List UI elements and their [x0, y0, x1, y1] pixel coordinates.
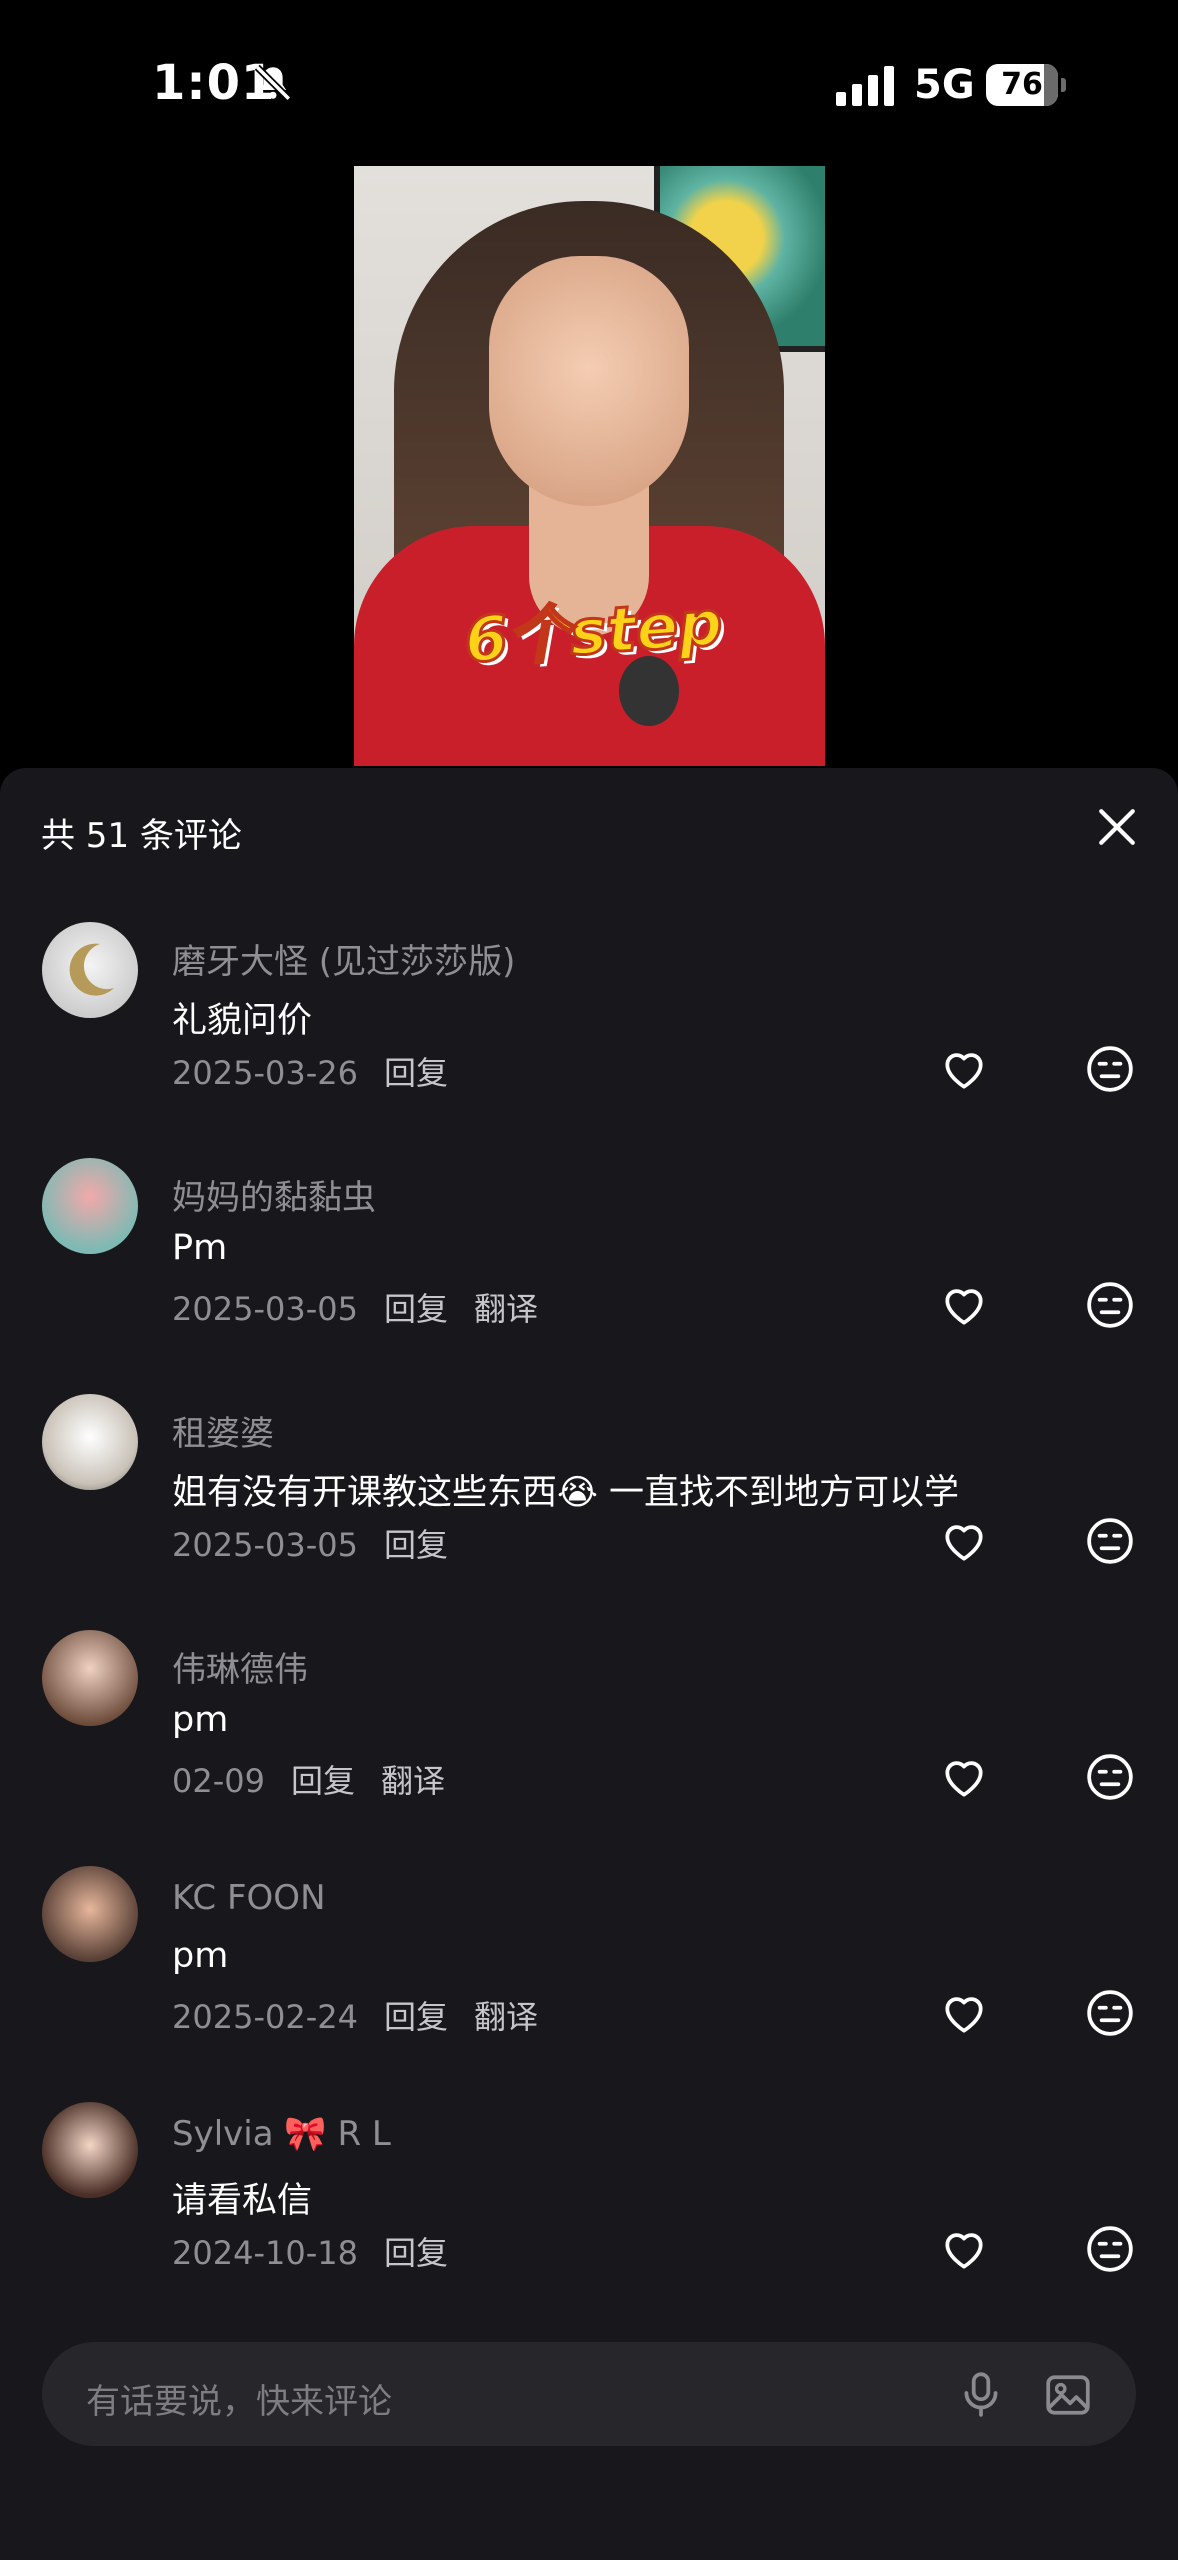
comment-text: Pm	[172, 1228, 228, 1268]
dislike-face-icon[interactable]	[1085, 2224, 1135, 2274]
comment-item: 妈妈的黏黏虫 Pm 2025-03-05 回复 翻译	[0, 1158, 1178, 1388]
reply-button[interactable]: 回复	[384, 1526, 448, 1564]
comment-date: 2025-03-26	[172, 1054, 358, 1092]
dislike-face-icon[interactable]	[1085, 1516, 1135, 1566]
comment-item: 伟琳德伟 pm 02-09 回复 翻译	[0, 1630, 1178, 1860]
reply-button[interactable]: 回复	[384, 1054, 448, 1092]
close-icon[interactable]	[1096, 806, 1138, 848]
comment-username[interactable]: KC FOON	[172, 1878, 326, 1918]
signal-icon	[836, 66, 894, 106]
reply-button[interactable]: 回复	[291, 1762, 355, 1800]
dislike-face-icon[interactable]	[1085, 1988, 1135, 2038]
comment-text: 请看私信	[172, 2181, 313, 2221]
reply-button[interactable]: 回复	[384, 2234, 448, 2272]
comment-meta: 2025-03-26 回复	[172, 1048, 474, 1094]
comment-item: 磨牙大怪 (见过莎莎版) 礼貌问价 2025-03-26 回复	[0, 922, 1178, 1152]
comments-sheet: 共 51 条评论 磨牙大怪 (见过莎莎版) 礼貌问价 2025-03-26 回复 …	[0, 768, 1178, 2560]
heart-icon[interactable]	[938, 2224, 990, 2274]
reply-button[interactable]: 回复	[384, 1290, 448, 1328]
avatar[interactable]	[42, 1866, 138, 1962]
comment-meta: 2025-03-05 回复	[172, 1520, 474, 1566]
heart-icon[interactable]	[938, 1280, 990, 1330]
comment-username[interactable]: Sylvia 🎀 R L	[172, 2114, 391, 2154]
image-icon[interactable]	[1042, 2370, 1094, 2420]
comment-meta: 2025-02-24 回复 翻译	[172, 1992, 564, 2038]
video-player[interactable]: 6个step	[354, 166, 825, 766]
dislike-face-icon[interactable]	[1085, 1752, 1135, 1802]
comment-item: KC FOON pm 2025-02-24 回复 翻译	[0, 1866, 1178, 2096]
comment-date: 2025-03-05	[172, 1526, 358, 1564]
comment-date: 02-09	[172, 1762, 265, 1800]
comment-username[interactable]: 租婆婆	[172, 1406, 274, 1455]
comment-date: 2024-10-18	[172, 2234, 358, 2272]
comment-meta: 2025-03-05 回复 翻译	[172, 1284, 564, 1330]
comment-input-bar[interactable]: 有话要说，快来评论	[42, 2342, 1136, 2446]
avatar[interactable]	[42, 922, 138, 1018]
avatar[interactable]	[42, 1394, 138, 1490]
comment-date: 2025-02-24	[172, 1998, 358, 2036]
silent-bell-icon	[254, 64, 292, 102]
comment-item: Sylvia 🎀 R L 请看私信 2024-10-18 回复	[0, 2102, 1178, 2332]
comment-text: 礼貌问价	[172, 1001, 313, 1041]
comment-text: pm	[172, 1700, 229, 1740]
translate-button[interactable]: 翻译	[381, 1762, 445, 1800]
comment-username[interactable]: 磨牙大怪 (见过莎莎版)	[172, 934, 515, 983]
reply-button[interactable]: 回复	[384, 1998, 448, 2036]
comment-meta: 2024-10-18 回复	[172, 2228, 474, 2274]
avatar[interactable]	[42, 2102, 138, 2198]
comment-text: pm	[172, 1936, 229, 1976]
heart-icon[interactable]	[938, 1752, 990, 1802]
heart-icon[interactable]	[938, 1044, 990, 1094]
comment-date: 2025-03-05	[172, 1290, 358, 1328]
battery-level: 76	[1001, 67, 1043, 102]
microphone-icon[interactable]	[956, 2368, 1006, 2420]
battery-icon: 76	[986, 64, 1068, 106]
person-face	[489, 256, 689, 506]
comment-username[interactable]: 伟琳德伟	[172, 1642, 308, 1691]
network-type: 5G	[914, 62, 975, 108]
comment-meta: 02-09 回复 翻译	[172, 1756, 471, 1802]
heart-icon[interactable]	[938, 1516, 990, 1566]
status-bar: 1:01 5G 76	[0, 0, 1178, 170]
translate-button[interactable]: 翻译	[474, 1290, 538, 1328]
comment-text: 姐有没有开课教这些东西😭 一直找不到地方可以学	[172, 1473, 960, 1513]
avatar[interactable]	[42, 1158, 138, 1254]
translate-button[interactable]: 翻译	[474, 1998, 538, 2036]
comment-item: 租婆婆 姐有没有开课教这些东西😭 一直找不到地方可以学 2025-03-05 回复	[0, 1394, 1178, 1624]
heart-icon[interactable]	[938, 1988, 990, 2038]
video-sticker-text: 6个step	[461, 585, 727, 679]
comments-count-title: 共 51 条评论	[41, 816, 242, 856]
comment-input-placeholder[interactable]: 有话要说，快来评论	[86, 2374, 392, 2423]
avatar[interactable]	[42, 1630, 138, 1726]
dislike-face-icon[interactable]	[1085, 1044, 1135, 1094]
comment-username[interactable]: 妈妈的黏黏虫	[172, 1170, 376, 1219]
dislike-face-icon[interactable]	[1085, 1280, 1135, 1330]
